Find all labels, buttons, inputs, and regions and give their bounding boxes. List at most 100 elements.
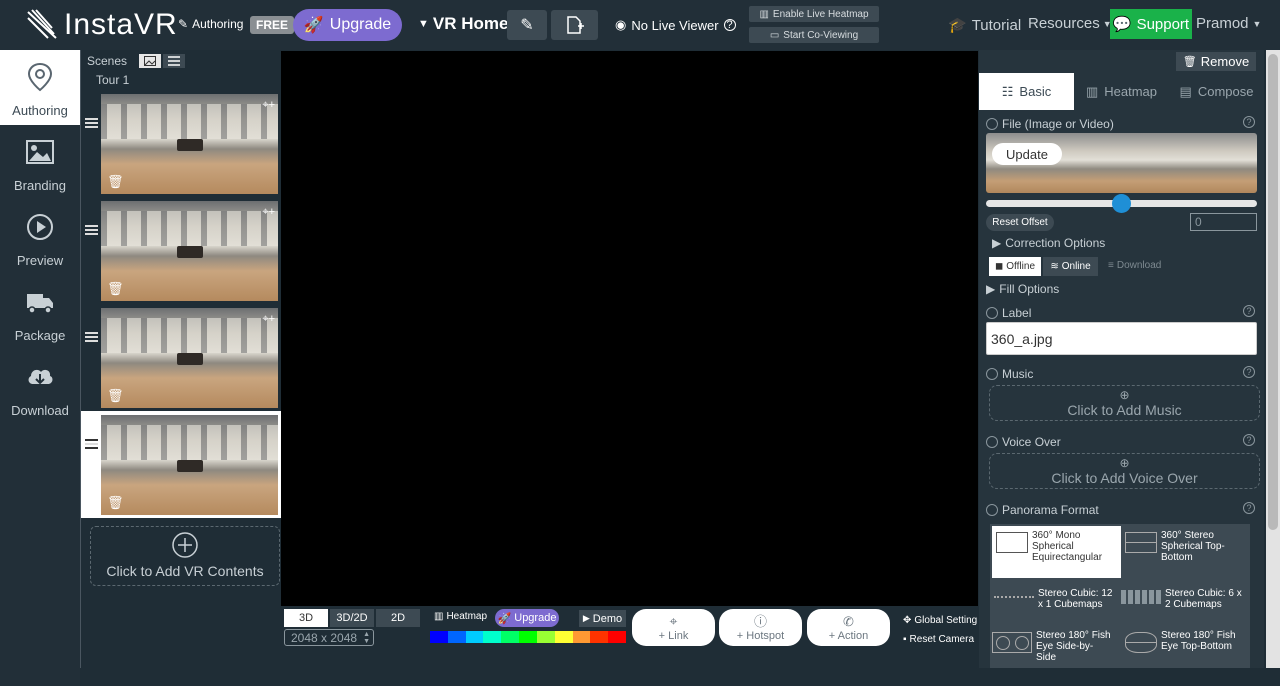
help-icon[interactable]: ? (1243, 502, 1255, 514)
heatmap-color-swatch (608, 631, 626, 643)
label-section-label: Label (986, 306, 1031, 320)
trash-icon[interactable]: 🗑 (107, 281, 124, 297)
offset-input[interactable]: 0 (1190, 213, 1257, 231)
tab-label: Compose (1197, 84, 1254, 99)
trash-icon[interactable]: 🗑 (107, 495, 124, 511)
instavr-logo[interactable]: InstaVR (26, 8, 178, 42)
drag-handle-icon[interactable] (85, 225, 98, 235)
fill-options-toggle[interactable]: ▶ Fill Options (986, 282, 1059, 296)
bar-chart-icon: ▥ (1085, 83, 1099, 99)
mode-3d-button[interactable]: 3D (284, 609, 328, 627)
mode-label: 2D (390, 612, 406, 624)
chat-bubble-icon: 💬 (1112, 16, 1132, 33)
tab-compose[interactable]: ▤ Compose (1169, 73, 1264, 110)
add-voice-over-button[interactable]: ⊕ Click to Add Voice Over (989, 453, 1260, 489)
pano-label: Panorama Format (1002, 503, 1099, 517)
edit-project-button[interactable]: ✎ (507, 10, 547, 40)
laptop-icon: ▭ (769, 29, 780, 41)
scene-thumbnail[interactable]: ⌖+ 🗑 (101, 94, 278, 194)
voice-over-section-label: Voice Over (986, 435, 1061, 449)
trash-icon[interactable]: 🗑 (107, 174, 124, 190)
drag-handle-icon[interactable] (85, 118, 98, 128)
format-cubic-12x1[interactable]: Stereo Cubic: 12 x 1 Cubemaps (990, 584, 1119, 612)
new-project-button[interactable] (551, 10, 598, 40)
format-fisheye-side-by-side[interactable]: Stereo 180° Fish Eye Side-by-Side (988, 626, 1117, 666)
cloud-download-icon (28, 369, 53, 385)
resources-dropdown[interactable]: Resources ▼ (1028, 15, 1112, 32)
panorama-viewer[interactable] (281, 51, 978, 606)
help-icon[interactable]: ? (1243, 116, 1255, 128)
online-toggle[interactable]: ≋ Online (1043, 257, 1098, 276)
tab-label: Heatmap (1104, 84, 1158, 99)
resolution-select[interactable]: 2048 x 2048 ▲ ▼ (284, 629, 374, 646)
format-stereo-top-bottom[interactable]: 360° Stereo Spherical Top-Bottom (1121, 526, 1250, 578)
camera-icon: ▪ (903, 634, 907, 645)
add-music-button[interactable]: ⊕ Click to Add Music (989, 385, 1260, 421)
nav-package[interactable]: Package (0, 275, 80, 350)
global-settings-button[interactable]: ✥ Global Setting (903, 615, 977, 626)
remove-button[interactable]: 🗑 Remove (1176, 52, 1256, 71)
scene-item-selected[interactable]: 🗑 (81, 411, 282, 518)
upgrade-button[interactable]: 🚀 Upgrade (293, 9, 402, 41)
rocket-icon: 🚀 (303, 17, 324, 34)
format-cubic-6x2[interactable]: Stereo Cubic: 6 x 2 Cubemaps (1117, 584, 1246, 612)
mode-2d-button[interactable]: 2D (376, 609, 420, 627)
start-coviewing-button[interactable]: ▭ Start Co-Viewing (749, 27, 879, 43)
scene-thumbnail[interactable]: ⌖+ 🗑 (101, 308, 278, 408)
reset-offset-button[interactable]: Reset Offset (986, 214, 1054, 231)
list-view-toggle[interactable] (163, 54, 185, 68)
resources-label: Resources (1028, 15, 1100, 32)
label-input[interactable]: 360_a.jpg (986, 322, 1257, 355)
scene-item[interactable]: ⌖+ 🗑 (81, 94, 282, 201)
format-fisheye-top-bottom[interactable]: Stereo 180° Fish Eye Top-Bottom (1121, 626, 1250, 666)
update-label: Update (1006, 146, 1048, 162)
nav-preview[interactable]: Preview (0, 200, 80, 275)
add-hotspot-button[interactable]: ⓘ + Hotspot (719, 609, 802, 646)
support-button[interactable]: 💬 Support (1110, 9, 1192, 39)
pencil-icon: ✎ (178, 17, 189, 31)
file-label: File (Image or Video) (1002, 117, 1114, 131)
help-icon[interactable]: ? (1243, 434, 1255, 446)
panel-scrollbar-thumb[interactable] (1268, 54, 1278, 530)
offset-slider-handle[interactable] (1112, 194, 1131, 213)
drag-handle-icon[interactable] (85, 332, 98, 342)
format-mono-equirectangular[interactable]: 360° Mono Spherical Equirectangular (992, 526, 1121, 578)
mode-3d2d-button[interactable]: 3D/2D (330, 609, 374, 627)
nav-authoring[interactable]: Authoring (0, 50, 80, 125)
correction-options-toggle[interactable]: ▶ Correction Options (992, 236, 1105, 250)
drag-handle-icon[interactable] (85, 439, 98, 449)
nav-download[interactable]: Download (0, 350, 80, 425)
download-toggle[interactable]: ≡ Download (1108, 260, 1161, 271)
add-vr-contents-button[interactable]: Click to Add VR Contents (90, 526, 280, 586)
add-action-button[interactable]: ✆ + Action (807, 609, 890, 646)
offline-toggle[interactable]: ◼ Offline (989, 257, 1041, 276)
new-file-icon (566, 16, 584, 34)
scene-item[interactable]: ⌖+ 🗑 (81, 308, 282, 415)
heatmap-color-swatch (501, 631, 520, 643)
tab-basic[interactable]: ☷ Basic (979, 73, 1074, 110)
trash-icon[interactable]: 🗑 (107, 388, 124, 404)
scene-item[interactable]: ⌖+ 🗑 (81, 201, 282, 308)
user-menu[interactable]: Pramod ▼ (1196, 15, 1261, 32)
heatmap-upgrade-button[interactable]: 🚀 Upgrade (495, 609, 559, 627)
scene-thumbnail[interactable]: 🗑 (101, 415, 278, 515)
heatmap-color-swatch (536, 631, 555, 643)
add-link-button[interactable]: ⌖ + Link (632, 609, 715, 646)
reset-camera-button[interactable]: ▪ Reset Camera (903, 634, 974, 645)
nav-branding[interactable]: Branding (0, 125, 80, 200)
scene-thumbnail[interactable]: ⌖+ 🗑 (101, 201, 278, 301)
enable-heatmap-button[interactable]: ▥ Enable Live Heatmap (749, 6, 879, 22)
help-icon[interactable]: ? (1243, 305, 1255, 317)
add-hotspot-icon[interactable]: ⌖+ (262, 206, 275, 219)
add-hotspot-icon[interactable]: ⌖+ (262, 99, 275, 112)
help-icon[interactable]: ? (1243, 366, 1255, 378)
demo-button[interactable]: ▶ Demo (579, 610, 626, 627)
project-dropdown[interactable]: ▼ VR Home (418, 14, 508, 34)
tab-heatmap[interactable]: ▥ Heatmap (1074, 73, 1169, 110)
reset-offset-label: Reset Offset (992, 217, 1048, 228)
grid-view-toggle[interactable] (139, 54, 161, 68)
help-icon[interactable]: ? (723, 19, 736, 31)
update-file-button[interactable]: Update (992, 143, 1062, 165)
tutorial-link[interactable]: 🎓 Tutorial (948, 16, 1021, 35)
add-hotspot-icon[interactable]: ⌖+ (262, 313, 275, 326)
